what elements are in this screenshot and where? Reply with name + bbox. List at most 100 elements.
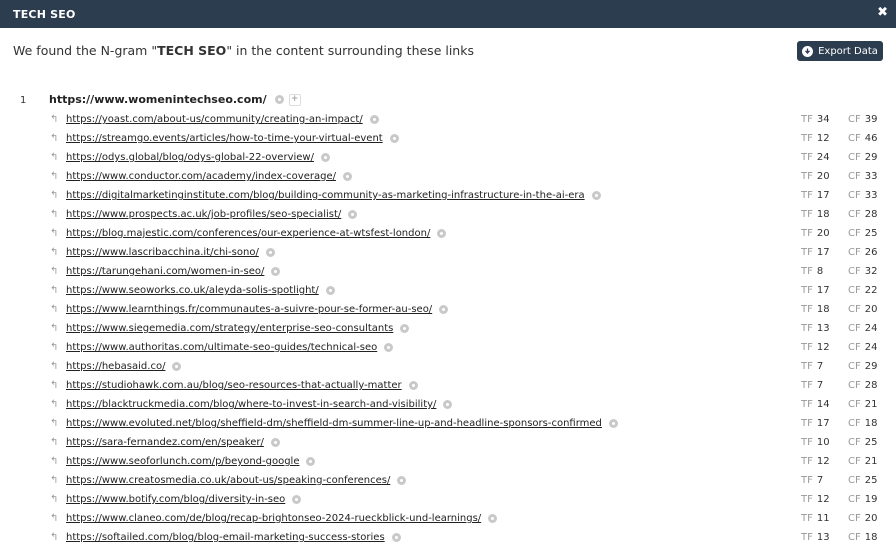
gear-icon[interactable]	[292, 495, 302, 504]
gear-icon[interactable]	[270, 438, 280, 447]
gear-icon[interactable]	[400, 324, 410, 333]
link-url[interactable]: https://www.conductor.com/academy/index-…	[66, 171, 336, 182]
gear-icon[interactable]	[384, 343, 394, 352]
link-url[interactable]: https://hebasaid.co/	[66, 361, 165, 372]
gear-icon[interactable]	[591, 191, 601, 200]
list-item: ↰ https://www.learnthings.fr/communautes-…	[0, 301, 896, 320]
cf-label: CF	[848, 323, 861, 334]
trust-flow: TF 12	[801, 133, 830, 144]
link-url[interactable]: https://odys.global/blog/odys-global-22-…	[66, 152, 314, 163]
tf-value: 20	[816, 171, 830, 182]
link-url[interactable]: https://www.seoworks.co.uk/aleyda-solis-…	[66, 285, 319, 296]
link-url[interactable]: https://www.seoforlunch.com/p/beyond-goo…	[66, 456, 299, 467]
cf-value: 26	[864, 247, 878, 258]
link-url[interactable]: https://studiohawk.com.au/blog/seo-resou…	[66, 380, 402, 391]
site-url: https://www.womenintechseo.com/	[49, 93, 267, 106]
reply-arrow-icon: ↰	[50, 399, 59, 410]
gear-icon[interactable]	[265, 248, 275, 257]
gear-icon[interactable]	[172, 362, 182, 371]
link-url[interactable]: https://blacktruckmedia.com/blog/where-t…	[66, 399, 436, 410]
gear-icon[interactable]	[342, 172, 352, 181]
cf-label: CF	[848, 399, 861, 410]
trust-flow: TF 7	[801, 380, 823, 391]
gear-icon[interactable]	[408, 381, 418, 390]
gear-icon[interactable]	[437, 229, 447, 238]
reply-arrow-icon: ↰	[50, 285, 59, 296]
list-item: ↰ https://www.siegemedia.com/strategy/ent…	[0, 320, 896, 339]
trust-flow: TF 24	[801, 152, 830, 163]
cf-label: CF	[848, 532, 861, 543]
link-url[interactable]: https://www.lascribacchina.it/chi-sono/	[66, 247, 259, 258]
trust-flow: TF 13	[801, 532, 830, 543]
gear-icon[interactable]	[608, 419, 618, 428]
link-url[interactable]: https://www.authoritas.com/ultimate-seo-…	[66, 342, 377, 353]
trust-flow: TF 18	[801, 209, 830, 220]
gear-icon[interactable]	[274, 95, 284, 104]
export-data-button[interactable]: Export Data	[797, 41, 883, 61]
link-url[interactable]: https://blog.majestic.com/conferences/ou…	[66, 228, 430, 239]
cf-label: CF	[848, 133, 861, 144]
link-url[interactable]: https://sara-fernandez.com/en/speaker/	[66, 437, 264, 448]
trust-flow: TF 34	[801, 114, 830, 125]
link-url[interactable]: https://www.creatosmedia.co.uk/about-us/…	[66, 475, 390, 486]
gear-icon[interactable]	[369, 115, 379, 124]
link-cell: https://www.seoworks.co.uk/aleyda-solis-…	[66, 285, 335, 296]
tf-value: 17	[816, 418, 830, 429]
tf-label: TF	[801, 437, 813, 448]
link-cell: https://www.seoforlunch.com/p/beyond-goo…	[66, 456, 316, 467]
gear-icon[interactable]	[389, 134, 399, 143]
cf-label: CF	[848, 513, 861, 524]
reply-arrow-icon: ↰	[50, 190, 59, 201]
link-cell: https://odys.global/blog/odys-global-22-…	[66, 152, 330, 163]
link-url[interactable]: https://yoast.com/about-us/community/cre…	[66, 114, 363, 125]
gear-icon[interactable]	[443, 400, 453, 409]
trust-flow: TF 20	[801, 228, 830, 239]
citation-flow: CF 20	[848, 513, 877, 524]
gear-icon[interactable]	[306, 457, 316, 466]
cf-value: 25	[864, 437, 878, 448]
tf-label: TF	[801, 475, 813, 486]
tf-value: 17	[816, 285, 830, 296]
gear-icon[interactable]	[397, 476, 407, 485]
trust-flow: TF 20	[801, 171, 830, 182]
citation-flow: CF 29	[848, 152, 877, 163]
citation-flow: CF 32	[848, 266, 877, 277]
link-url[interactable]: https://www.siegemedia.com/strategy/ente…	[66, 323, 393, 334]
reply-arrow-icon: ↰	[50, 494, 59, 505]
heading-term: TECH SEO	[157, 43, 227, 58]
cf-label: CF	[848, 494, 861, 505]
link-cell: https://blacktruckmedia.com/blog/where-t…	[66, 399, 453, 410]
link-url[interactable]: https://www.botify.com/blog/diversity-in…	[66, 494, 285, 505]
link-url[interactable]: https://www.learnthings.fr/communautes-a…	[66, 304, 432, 315]
gear-icon[interactable]	[348, 210, 358, 219]
tf-value: 12	[816, 494, 830, 505]
tf-value: 7	[816, 475, 824, 486]
gear-icon[interactable]	[391, 533, 401, 542]
gear-icon[interactable]	[320, 153, 330, 162]
link-url[interactable]: https://digitalmarketinginstitute.com/bl…	[66, 190, 585, 201]
reply-arrow-icon: ↰	[50, 380, 59, 391]
gear-icon[interactable]	[325, 286, 335, 295]
trust-flow: TF 11	[801, 513, 830, 524]
cf-value: 25	[864, 475, 878, 486]
link-url[interactable]: https://streamgo.events/articles/how-to-…	[66, 133, 383, 144]
link-url[interactable]: https://www.claneo.com/de/blog/recap-bri…	[66, 513, 481, 524]
list-item: ↰ https://yoast.com/about-us/community/cr…	[0, 111, 896, 130]
gear-icon[interactable]	[439, 305, 449, 314]
cf-label: CF	[848, 114, 861, 125]
link-url[interactable]: https://softailed.com/blog/blog-email-ma…	[66, 532, 385, 543]
tf-value: 34	[816, 114, 830, 125]
close-icon[interactable]: ✖	[877, 6, 888, 20]
cf-value: 39	[864, 114, 878, 125]
gear-icon[interactable]	[271, 267, 281, 276]
citation-flow: CF 33	[848, 171, 877, 182]
trust-flow: TF 12	[801, 494, 830, 505]
citation-flow: CF 21	[848, 399, 877, 410]
link-url[interactable]: https://www.evoluted.net/blog/sheffield-…	[66, 418, 602, 429]
gear-icon[interactable]	[488, 514, 498, 523]
link-url[interactable]: https://tarungehani.com/women-in-seo/	[66, 266, 264, 277]
link-url[interactable]: https://www.prospects.ac.uk/job-profiles…	[66, 209, 341, 220]
citation-flow: CF 20	[848, 304, 877, 315]
expand-plus-icon[interactable]: +	[288, 93, 301, 106]
reply-arrow-icon: ↰	[50, 361, 59, 372]
